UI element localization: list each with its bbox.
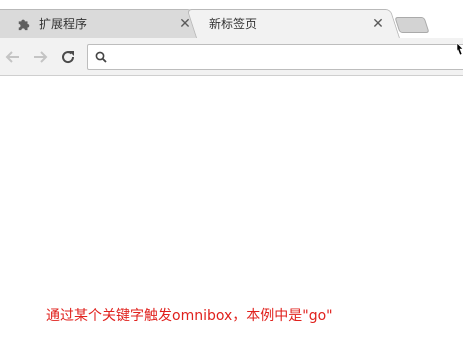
omnibox[interactable] bbox=[87, 44, 463, 70]
search-icon bbox=[95, 51, 107, 63]
arrow-left-icon[interactable] bbox=[4, 48, 22, 66]
tab-title: 新标签页 bbox=[209, 17, 258, 31]
tab-strip: 扩展程序 ✕ 新标签页 ✕ bbox=[0, 0, 463, 40]
omnibox-input[interactable] bbox=[113, 47, 463, 67]
tab-close-icon[interactable]: ✕ bbox=[371, 17, 385, 31]
puzzle-piece-icon bbox=[17, 16, 33, 32]
caption-text: 通过某个关键字触发omnibox，本例中是"go" bbox=[46, 308, 333, 324]
tab-new-tab[interactable]: 新标签页 ✕ bbox=[209, 9, 385, 38]
mouse-cursor-icon bbox=[456, 42, 463, 60]
tab-title: 扩展程序 bbox=[39, 17, 88, 31]
tab-extensions[interactable]: 扩展程序 ✕ bbox=[17, 9, 192, 38]
tab-close-icon[interactable]: ✕ bbox=[178, 17, 192, 31]
new-tab-button[interactable] bbox=[394, 17, 430, 33]
reload-icon[interactable] bbox=[59, 48, 77, 66]
toolbar bbox=[0, 38, 463, 76]
arrow-right-icon[interactable] bbox=[31, 48, 49, 66]
